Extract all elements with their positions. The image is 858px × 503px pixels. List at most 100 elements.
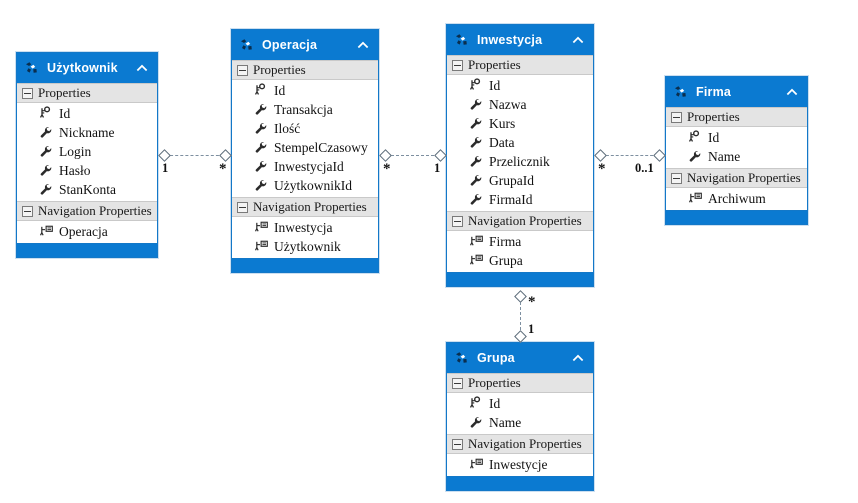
- multiplicity-label: 1: [434, 161, 441, 175]
- entity-header-firma[interactable]: Firma: [666, 77, 807, 107]
- property-row[interactable]: Id: [232, 81, 378, 100]
- navigation-properties-section-header[interactable]: Navigation Properties: [17, 201, 157, 221]
- property-row[interactable]: Inwestycje: [447, 455, 593, 474]
- wrench-icon: [254, 121, 269, 136]
- navigation-properties-section-header[interactable]: Navigation Properties: [447, 434, 593, 454]
- minus-box-icon[interactable]: [237, 64, 248, 76]
- property-row[interactable]: FirmaId: [447, 190, 593, 209]
- navigation-properties-section-header[interactable]: Navigation Properties: [447, 211, 593, 231]
- chevron-up-icon[interactable]: [785, 85, 799, 99]
- property-row[interactable]: Id: [447, 394, 593, 413]
- property-row[interactable]: Użytkownik: [232, 237, 378, 256]
- association-endpoint-diamond: [513, 289, 527, 303]
- property-name: Transakcja: [274, 101, 333, 117]
- navigation-properties-section-label: Navigation Properties: [468, 436, 582, 451]
- minus-box-icon[interactable]: [22, 87, 33, 99]
- entity-footer: [232, 258, 378, 272]
- property-row[interactable]: Login: [17, 142, 157, 161]
- minus-box-icon[interactable]: [452, 59, 463, 71]
- property-row[interactable]: Transakcja: [232, 100, 378, 119]
- minus-box-icon[interactable]: [452, 215, 463, 227]
- property-row[interactable]: GrupaId: [447, 171, 593, 190]
- property-row[interactable]: Firma: [447, 232, 593, 251]
- entity-body: Properties Id Transakcja Ilość StempelCzasow…: [232, 60, 378, 258]
- navigation-properties-section-header[interactable]: Navigation Properties: [232, 197, 378, 217]
- property-row[interactable]: Inwestycja: [232, 218, 378, 237]
- minus-box-icon[interactable]: [452, 438, 463, 450]
- properties-section-header[interactable]: Properties: [232, 60, 378, 80]
- wrench-icon: [39, 182, 54, 197]
- property-row[interactable]: Grupa: [447, 251, 593, 270]
- entity-box-inwestycja[interactable]: Inwestycja Properties Id Nazwa Kurs Data Przel…: [446, 24, 594, 287]
- properties-section-header[interactable]: Properties: [447, 373, 593, 393]
- association-endpoint-diamond: [157, 148, 171, 162]
- multiplicity-label: 1: [162, 161, 169, 175]
- property-name: UżytkownikId: [274, 177, 352, 193]
- property-row[interactable]: Id: [666, 128, 807, 147]
- entity-footer: [447, 272, 593, 286]
- properties-section-header[interactable]: Properties: [17, 83, 157, 103]
- entity-box-grupa[interactable]: Grupa Properties Id Name Navigation Properti…: [446, 342, 594, 491]
- diagram-canvas[interactable]: Użytkownik Properties Id Nickname Login Hasło…: [0, 0, 858, 503]
- chevron-up-icon[interactable]: [135, 61, 149, 75]
- property-row[interactable]: Operacja: [17, 222, 157, 241]
- entity-body: Properties Id Nickname Login Hasło StanKonta N…: [17, 83, 157, 243]
- property-name: Archiwum: [708, 190, 766, 206]
- wrench-icon: [469, 192, 484, 207]
- property-row[interactable]: InwestycjaId: [232, 157, 378, 176]
- property-name: Grupa: [489, 252, 523, 268]
- entity-header-uzytkownik[interactable]: Użytkownik: [17, 53, 157, 83]
- property-name: Inwestycje: [489, 456, 548, 472]
- property-row[interactable]: Archiwum: [666, 189, 807, 208]
- properties-section-header[interactable]: Properties: [666, 107, 807, 127]
- wrench-icon: [469, 173, 484, 188]
- association-line: [386, 155, 439, 156]
- property-name: Firma: [489, 233, 522, 249]
- chevron-up-icon[interactable]: [356, 38, 370, 52]
- minus-box-icon[interactable]: [452, 377, 463, 389]
- property-row[interactable]: Nazwa: [447, 95, 593, 114]
- multiplicity-label: *: [598, 161, 606, 177]
- property-name: StanKonta: [59, 181, 116, 197]
- minus-box-icon[interactable]: [671, 111, 682, 123]
- navigation-arrow-icon: [469, 234, 484, 249]
- property-row[interactable]: Name: [666, 147, 807, 166]
- navigation-properties-section-label: Navigation Properties: [468, 213, 582, 228]
- property-row[interactable]: StanKonta: [17, 180, 157, 199]
- entity-title: Inwestycja: [477, 33, 543, 47]
- navigation-properties-list: Archiwum: [666, 188, 807, 210]
- entity-box-operacja[interactable]: Operacja Properties Id Transakcja Ilość Stemp…: [231, 29, 379, 273]
- chevron-up-icon[interactable]: [571, 33, 585, 47]
- properties-section-header[interactable]: Properties: [447, 55, 593, 75]
- property-row[interactable]: Hasło: [17, 161, 157, 180]
- property-row[interactable]: Data: [447, 133, 593, 152]
- minus-box-icon[interactable]: [237, 201, 248, 213]
- class-icon: [24, 60, 40, 76]
- class-icon: [239, 37, 255, 53]
- property-row[interactable]: Id: [17, 104, 157, 123]
- property-row[interactable]: Nickname: [17, 123, 157, 142]
- association-endpoint-diamond: [378, 148, 392, 162]
- property-row[interactable]: Id: [447, 76, 593, 95]
- chevron-up-icon[interactable]: [571, 351, 585, 365]
- entity-footer: [666, 210, 807, 224]
- minus-box-icon[interactable]: [671, 172, 682, 184]
- entity-header-inwestycja[interactable]: Inwestycja: [447, 25, 593, 55]
- property-row[interactable]: UżytkownikId: [232, 176, 378, 195]
- minus-box-icon[interactable]: [22, 205, 33, 217]
- property-row[interactable]: Name: [447, 413, 593, 432]
- entity-header-operacja[interactable]: Operacja: [232, 30, 378, 60]
- property-row[interactable]: Przelicznik: [447, 152, 593, 171]
- property-row[interactable]: Kurs: [447, 114, 593, 133]
- wrench-icon: [39, 125, 54, 140]
- navigation-arrow-icon: [254, 220, 269, 235]
- navigation-properties-section-header[interactable]: Navigation Properties: [666, 168, 807, 188]
- entity-box-uzytkownik[interactable]: Użytkownik Properties Id Nickname Login Hasło…: [16, 52, 158, 258]
- entity-header-grupa[interactable]: Grupa: [447, 343, 593, 373]
- property-row[interactable]: StempelCzasowy: [232, 138, 378, 157]
- property-row[interactable]: Ilość: [232, 119, 378, 138]
- property-name: Ilość: [274, 120, 301, 136]
- property-name: Użytkownik: [274, 238, 341, 254]
- class-icon: [673, 84, 689, 100]
- entity-box-firma[interactable]: Firma Properties Id Name Navigation Properti…: [665, 76, 808, 225]
